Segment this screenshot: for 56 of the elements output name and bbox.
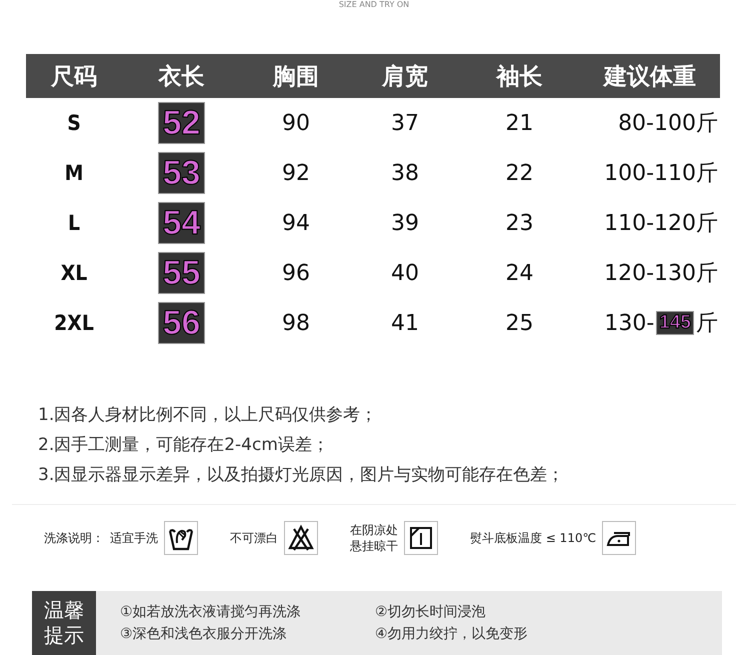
table-cell-text: 斤 [696, 310, 718, 338]
table-cell: 21 [506, 110, 534, 136]
table-cell: 22 [506, 160, 534, 186]
care-title: 洗涤说明： [44, 530, 104, 546]
table-cell: 96 [282, 260, 310, 286]
no-bleach-icon [284, 521, 318, 555]
table-cell: 23 [506, 210, 534, 236]
column-header: 肩宽 [382, 62, 428, 92]
table-cell: 94 [282, 210, 310, 236]
column-header: 衣长 [158, 62, 204, 92]
column-header: 建议体重 [604, 62, 696, 92]
tip-text: ④勿用力绞拧，以免变形 [375, 625, 529, 643]
line-dry-icon [404, 521, 438, 555]
care-label: 熨斗底板温度 ≤ 110℃ [470, 530, 596, 546]
note-text: 1.因各人身材比例不同，以上尺码仅供参考； [38, 404, 378, 427]
note-text: 3.因显示器显示差异，以及拍摄灯光原因，图片与实物可能存在色差； [38, 464, 566, 487]
table-cell-text: 110-120斤 [604, 210, 718, 238]
table-cell: 90 [282, 110, 310, 136]
table-cell: 41 [391, 310, 419, 336]
table-cell: 25 [506, 310, 534, 336]
table-cell: M [64, 161, 84, 185]
tips-title: 温馨提示 [44, 598, 84, 648]
table-cell: S [67, 111, 81, 135]
table-cell: 38 [391, 160, 419, 186]
table-cell: L [68, 211, 80, 235]
table-cell: 2XL [54, 311, 94, 335]
tip-text: ①如若放洗衣液请搅匀再洗涤 [120, 603, 302, 621]
note-text: 2.因手工测量，可能存在2-4cm误差； [38, 434, 330, 457]
table-cell-text: 80-100斤 [618, 110, 718, 138]
table-cell: 92 [282, 160, 310, 186]
iron-icon [602, 521, 636, 555]
table-cell: 56 [158, 302, 206, 344]
table-cell: 40 [391, 260, 419, 286]
table-cell-text: 100-110斤 [604, 160, 718, 188]
care-label: 适宜手洗 [110, 530, 158, 546]
table-cell: 54 [158, 202, 206, 244]
table-cell: 37 [391, 110, 419, 136]
table-cell: XL [60, 261, 88, 285]
table-cell: 55 [158, 252, 206, 294]
caption-text: SIZE AND TRY ON [338, 0, 410, 10]
tip-text: ③深色和浅色衣服分开洗涤 [120, 625, 288, 643]
column-header: 袖长 [496, 62, 542, 92]
table-cell: 130- [604, 310, 654, 336]
hand-wash-icon [164, 521, 198, 555]
tip-text: ②切勿长时间浸泡 [375, 603, 487, 621]
care-label: 在阴凉处悬挂晾干 [350, 522, 398, 554]
table-cell: 24 [506, 260, 534, 286]
table-cell: 53 [158, 152, 206, 194]
column-header: 胸围 [273, 62, 319, 92]
table-cell: 52 [158, 102, 206, 144]
highlighted-number: 145 [656, 311, 694, 335]
table-cell: 98 [282, 310, 310, 336]
care-label: 不可漂白 [230, 530, 278, 546]
column-header: 尺码 [51, 62, 97, 92]
table-cell-text: 120-130斤 [604, 260, 718, 288]
table-cell: 39 [391, 210, 419, 236]
